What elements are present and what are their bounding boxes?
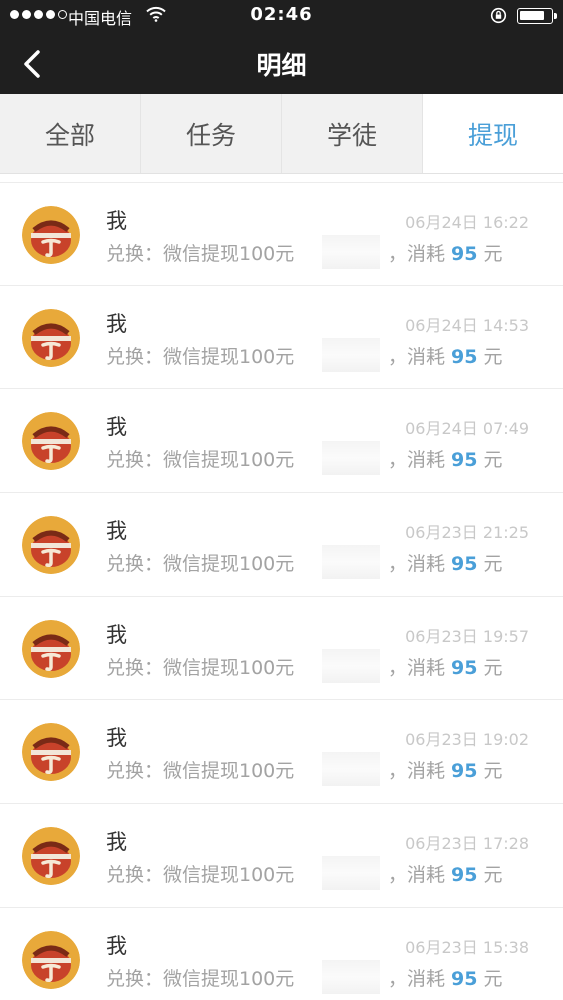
record-cost: ，消耗 95 元 [388, 239, 502, 266]
cost-amount: 95 [451, 449, 478, 472]
cost-amount: 95 [451, 243, 478, 265]
record-cost: ，消耗 95 元 [388, 756, 502, 783]
redacted-area [322, 856, 380, 891]
cost-amount: 95 [451, 760, 478, 783]
record-name: 我 [106, 311, 127, 336]
record-time: 06月23日 15:38 [405, 937, 529, 957]
cost-prefix: ，消耗 [388, 760, 446, 783]
cost-unit: 元 [483, 243, 503, 265]
cost-amount: 95 [451, 864, 478, 887]
record-list: 我 06月24日 16:22 兑换：微信提现100元 ，消耗 95 元 我 06月2… [0, 182, 563, 1000]
record-name: 我 [106, 622, 127, 647]
redacted-area [322, 959, 380, 994]
cost-unit: 元 [483, 760, 503, 783]
list-item[interactable]: 我 06月24日 14:53 兑换：微信提现100元 ，消耗 95 元 [0, 285, 563, 390]
avatar [22, 723, 80, 782]
avatar [22, 930, 80, 989]
battery-icon [517, 8, 557, 24]
record-name: 我 [106, 519, 127, 544]
cost-prefix: ，消耗 [388, 864, 446, 887]
avatar [22, 308, 80, 367]
record-name: 我 [106, 209, 127, 233]
redacted-area [322, 235, 380, 269]
cost-prefix: ，消耗 [388, 243, 446, 265]
record-description: 兑换：微信提现100元 [106, 553, 295, 576]
cost-prefix: ，消耗 [388, 345, 446, 368]
cost-prefix: ，消耗 [388, 449, 446, 472]
cost-amount: 95 [451, 967, 478, 990]
record-time: 06月24日 07:49 [405, 419, 529, 439]
record-time: 06月24日 14:53 [405, 315, 529, 335]
record-cost: ，消耗 95 元 [388, 342, 502, 369]
record-name: 我 [106, 726, 127, 751]
record-description: 兑换：微信提现100元 [106, 864, 295, 887]
cost-prefix: ，消耗 [388, 656, 446, 679]
cost-unit: 元 [483, 345, 503, 368]
record-time: 06月24日 16:22 [405, 213, 529, 232]
record-description: 兑换：微信提现100元 [106, 345, 295, 368]
list-item[interactable]: 我 06月23日 17:28 兑换：微信提现100元 ，消耗 95 元 [0, 804, 563, 908]
list-item[interactable]: 我 06月23日 21:25 兑换：微信提现100元 ，消耗 95 元 [0, 493, 563, 597]
record-time: 06月23日 21:25 [405, 523, 529, 543]
list-item[interactable]: 我 06月23日 15:38 兑换：微信提现100元 ，消耗 95 元 [0, 907, 563, 1000]
redacted-area [322, 648, 380, 683]
redacted-area [322, 752, 380, 787]
tab-tasks[interactable]: 任务 [141, 94, 282, 173]
record-cost: ，消耗 95 元 [388, 860, 502, 887]
cost-amount: 95 [451, 345, 478, 368]
cost-unit: 元 [483, 449, 503, 472]
cost-prefix: ，消耗 [388, 553, 446, 576]
record-description: 兑换：微信提现100元 [106, 449, 295, 472]
record-cost: ，消耗 95 元 [388, 445, 502, 472]
list-item[interactable]: 我 06月24日 16:22 兑换：微信提现100元 ，消耗 95 元 [0, 182, 563, 286]
record-description: 兑换：微信提现100元 [106, 760, 295, 783]
record-cost: ，消耗 95 元 [388, 653, 502, 680]
status-bar: 中国电信 02:46 [0, 0, 563, 32]
record-description: 兑换：微信提现100元 [106, 656, 295, 679]
page-title: 明细 [256, 51, 307, 80]
tab-withdraw[interactable]: 提现 [423, 94, 563, 173]
avatar [22, 827, 80, 886]
record-name: 我 [106, 933, 127, 958]
cost-unit: 元 [483, 656, 503, 679]
nav-bar: 明细 [0, 32, 563, 94]
avatar [22, 412, 80, 471]
list-item[interactable]: 我 06月24日 07:49 兑换：微信提现100元 ，消耗 95 元 [0, 389, 563, 494]
record-description: 兑换：微信提现100元 [106, 967, 295, 990]
avatar [22, 206, 80, 264]
redacted-area [322, 441, 380, 476]
record-time: 06月23日 19:02 [405, 730, 529, 750]
cost-prefix: ，消耗 [388, 967, 446, 990]
tab-apprentices[interactable]: 学徒 [282, 94, 423, 173]
tab-all[interactable]: 全部 [0, 94, 141, 173]
cost-amount: 95 [451, 553, 478, 576]
rotation-lock-icon [490, 7, 507, 24]
tab-bar: 全部 任务 学徒 提现 [0, 94, 563, 174]
status-time: 02:46 [250, 4, 313, 25]
avatar [22, 619, 80, 678]
list-item[interactable]: 我 06月23日 19:57 兑换：微信提现100元 ，消耗 95 元 [0, 596, 563, 701]
avatar [22, 516, 80, 575]
record-time: 06月23日 19:57 [405, 626, 529, 646]
cost-unit: 元 [483, 967, 503, 990]
record-name: 我 [106, 415, 127, 440]
list-item[interactable]: 我 06月23日 19:02 兑换：微信提现100元 ，消耗 95 元 [0, 700, 563, 805]
record-time: 06月23日 17:28 [405, 834, 529, 854]
record-cost: ，消耗 95 元 [388, 964, 502, 991]
record-cost: ，消耗 95 元 [388, 549, 502, 576]
redacted-area [322, 337, 380, 372]
cost-unit: 元 [483, 864, 503, 887]
record-name: 我 [106, 830, 127, 855]
redacted-area [322, 545, 380, 580]
cost-amount: 95 [451, 656, 478, 679]
cost-unit: 元 [483, 553, 503, 576]
record-description: 兑换：微信提现100元 [106, 243, 295, 265]
